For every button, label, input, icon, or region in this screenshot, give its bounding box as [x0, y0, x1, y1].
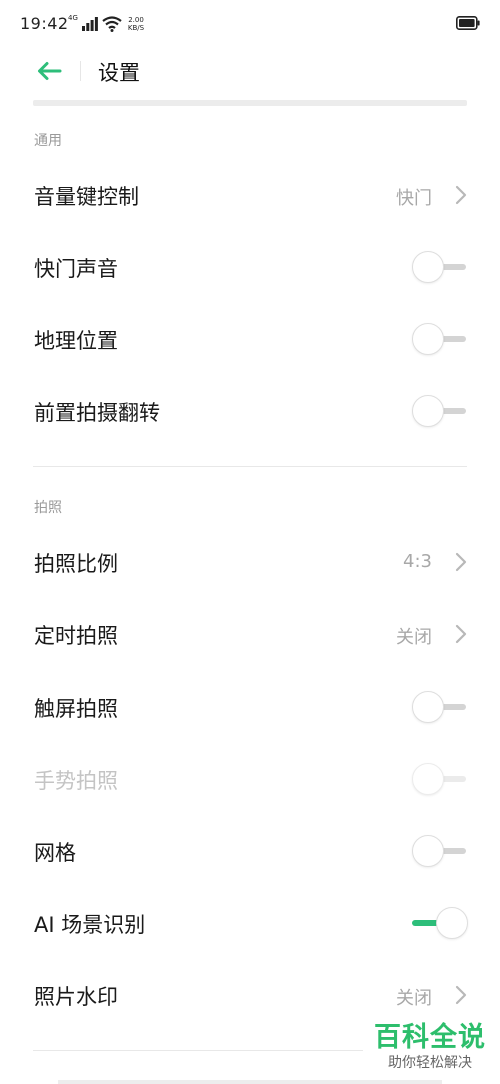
setting-value: 4:3 [403, 551, 432, 572]
setting-label: 拍照比例 [34, 552, 118, 576]
camera-settings-page: 19:42 4G 2.00 KB/S 设置 通用 音量键控制 快门 快门声音 地… [0, 0, 500, 1084]
toggle-knob [412, 763, 444, 795]
watermark-logo: 百科全说 助你轻松解决 [374, 1022, 486, 1072]
setting-aspect-ratio[interactable]: 拍照比例 4:3 [0, 526, 500, 598]
wifi-icon [102, 16, 122, 32]
location-toggle[interactable] [412, 323, 468, 355]
front-flip-toggle[interactable] [412, 395, 468, 427]
ai-scene-toggle[interactable] [412, 907, 468, 939]
section-divider [33, 466, 467, 467]
setting-label: 快门声音 [34, 257, 118, 281]
toggle-knob [436, 907, 468, 939]
arrow-left-icon [38, 62, 62, 80]
setting-volume-key[interactable]: 音量键控制 快门 [0, 159, 500, 231]
header-bar: 设置 [0, 48, 500, 96]
battery-icon [456, 16, 480, 30]
section-title-photo: 拍照 [34, 500, 62, 516]
header-divider [80, 61, 81, 81]
signal-icon [81, 17, 98, 31]
setting-label: 地理位置 [34, 329, 118, 353]
setting-timer[interactable]: 定时拍照 关闭 [0, 598, 500, 670]
section-divider [33, 1050, 363, 1051]
status-time: 19:42 [20, 14, 69, 33]
setting-shutter-sound[interactable]: 快门声音 [0, 231, 500, 303]
toggle-knob [412, 251, 444, 283]
network-type: 4G [68, 14, 78, 22]
watermark-sub-text: 助你轻松解决 [388, 1055, 472, 1071]
setting-grid[interactable]: 网格 [0, 815, 500, 887]
toggle-knob [412, 835, 444, 867]
network-speed-unit: KB/S [127, 24, 145, 32]
setting-label: 手势拍照 [34, 769, 118, 793]
status-bar: 19:42 4G 2.00 KB/S [0, 0, 500, 48]
watermark-main-text: 百科全说 [374, 1022, 486, 1053]
setting-label: 前置拍摄翻转 [34, 401, 160, 425]
back-button[interactable] [34, 56, 64, 86]
setting-touch-shoot[interactable]: 触屏拍照 [0, 671, 500, 743]
setting-location[interactable]: 地理位置 [0, 303, 500, 375]
chevron-right-icon [455, 185, 467, 205]
grid-toggle[interactable] [412, 835, 468, 867]
gesture-shoot-toggle [412, 763, 468, 795]
touch-shoot-toggle[interactable] [412, 691, 468, 723]
setting-photo-watermark[interactable]: 照片水印 关闭 [0, 959, 500, 1031]
network-speed-value: 2.00 [128, 16, 144, 24]
shutter-sound-toggle[interactable] [412, 251, 468, 283]
toggle-knob [412, 395, 444, 427]
chevron-right-icon [455, 624, 467, 644]
status-icons: 4G 2.00 KB/S [68, 14, 144, 34]
setting-label: 音量键控制 [34, 185, 139, 209]
setting-value: 快门 [396, 188, 432, 209]
page-title: 设置 [98, 61, 140, 85]
setting-value: 关闭 [396, 988, 432, 1009]
setting-label: 定时拍照 [34, 624, 118, 648]
setting-label: 触屏拍照 [34, 697, 118, 721]
chevron-right-icon [455, 552, 467, 572]
section-title-general: 通用 [34, 133, 62, 149]
setting-label: AI 场景识别 [34, 913, 146, 937]
setting-label: 网格 [34, 841, 76, 865]
chevron-right-icon [455, 985, 467, 1005]
setting-gesture-shoot: 手势拍照 [0, 743, 500, 815]
setting-label: 照片水印 [34, 985, 118, 1009]
toggle-knob [412, 691, 444, 723]
network-speed: 2.00 KB/S [128, 16, 144, 32]
setting-value: 关闭 [396, 627, 432, 648]
toggle-knob [412, 323, 444, 355]
setting-ai-scene[interactable]: AI 场景识别 [0, 887, 500, 959]
bottom-edge-shadow [58, 1080, 442, 1084]
header-separator [33, 100, 467, 106]
setting-front-flip[interactable]: 前置拍摄翻转 [0, 375, 500, 447]
